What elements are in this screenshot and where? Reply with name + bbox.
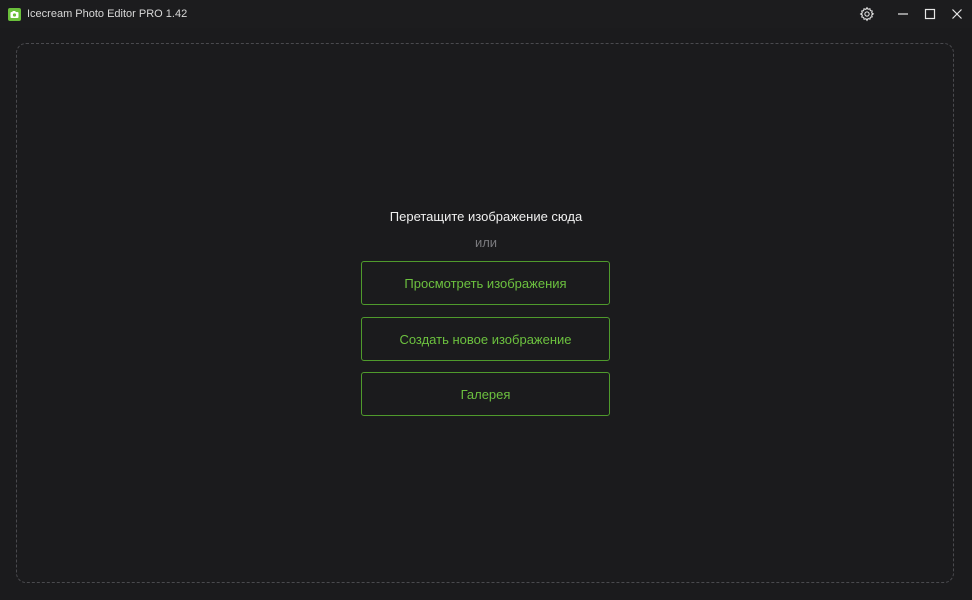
drop-zone[interactable]	[16, 43, 954, 583]
minimize-icon	[898, 13, 908, 15]
create-new-image-button[interactable]: Создать новое изображение	[361, 317, 610, 361]
browse-images-button[interactable]: Просмотреть изображения	[361, 261, 610, 305]
minimize-button[interactable]	[889, 0, 917, 28]
camera-icon	[8, 8, 21, 21]
maximize-icon	[924, 8, 936, 20]
title-bar[interactable]: Icecream Photo Editor PRO 1.42	[0, 0, 972, 28]
drop-prompt: Перетащите изображение сюда	[389, 209, 583, 224]
close-button[interactable]	[943, 0, 971, 28]
gallery-button[interactable]: Галерея	[361, 372, 610, 416]
or-separator: или	[474, 235, 498, 250]
app-window: Icecream Photo Editor PRO 1.42 Перетащит…	[0, 0, 972, 600]
settings-icon	[859, 6, 875, 22]
window-title: Icecream Photo Editor PRO 1.42	[27, 8, 188, 20]
maximize-button[interactable]	[916, 0, 944, 28]
close-icon	[952, 9, 962, 19]
settings-button[interactable]	[853, 0, 881, 28]
